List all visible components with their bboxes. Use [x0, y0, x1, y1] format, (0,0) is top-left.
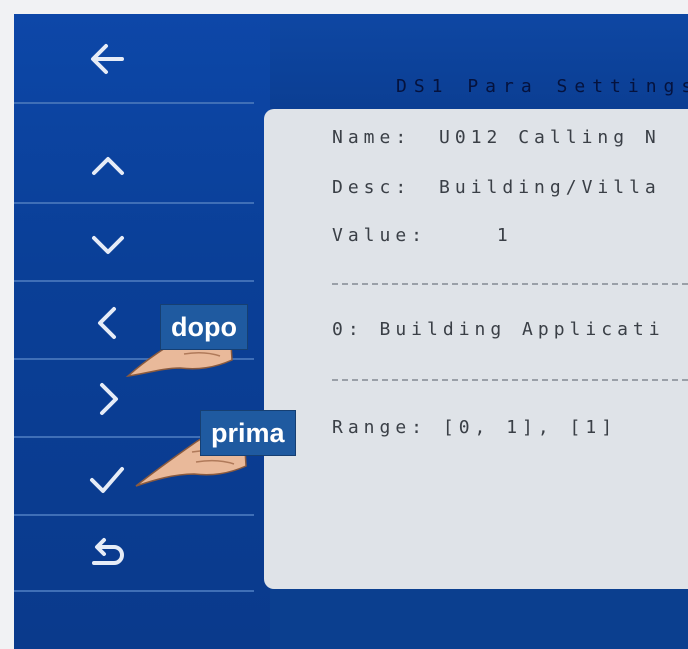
value-row: Value: 1	[332, 225, 513, 246]
annotation-label-prima: prima	[200, 410, 296, 456]
separator	[14, 590, 254, 592]
separator	[14, 514, 254, 516]
separator	[14, 102, 254, 104]
screen-header: DS1 Para Settings	[270, 14, 688, 109]
desc-row: Desc: Building/Villa	[332, 177, 661, 198]
value-field[interactable]: 1	[497, 225, 513, 246]
value-label: Value:	[332, 225, 428, 246]
page-title: DS1 Para Settings	[396, 76, 688, 97]
annotation-label-dopo: dopo	[160, 304, 248, 350]
separator	[14, 202, 254, 204]
range-text: Range: [0, 1], [1]	[332, 417, 618, 438]
parameter-panel: Name: U012 Calling N Desc: Building/Vill…	[264, 109, 688, 589]
return-arrow-icon	[92, 538, 124, 565]
return-button[interactable]	[38, 520, 254, 590]
name-value: U012 Calling N	[439, 127, 661, 148]
back-button[interactable]	[38, 24, 254, 94]
down-button[interactable]	[38, 209, 254, 279]
separator	[14, 280, 254, 282]
option-text: 0: Building Applicati	[332, 319, 665, 340]
chevron-up-icon	[92, 157, 124, 175]
dashed-divider	[332, 379, 688, 381]
dashed-divider	[332, 283, 688, 285]
chevron-down-icon	[92, 236, 124, 254]
name-label: Name:	[332, 127, 412, 148]
name-row: Name: U012 Calling N	[332, 127, 661, 148]
checkmark-icon	[90, 467, 124, 493]
arrow-left-icon	[91, 44, 124, 74]
up-button[interactable]	[38, 130, 254, 200]
touchscreen-display: DS1 Para Settings Name: U012 Calling N D…	[14, 14, 688, 649]
desc-label: Desc:	[332, 177, 412, 198]
desc-value: Building/Villa	[439, 177, 661, 198]
